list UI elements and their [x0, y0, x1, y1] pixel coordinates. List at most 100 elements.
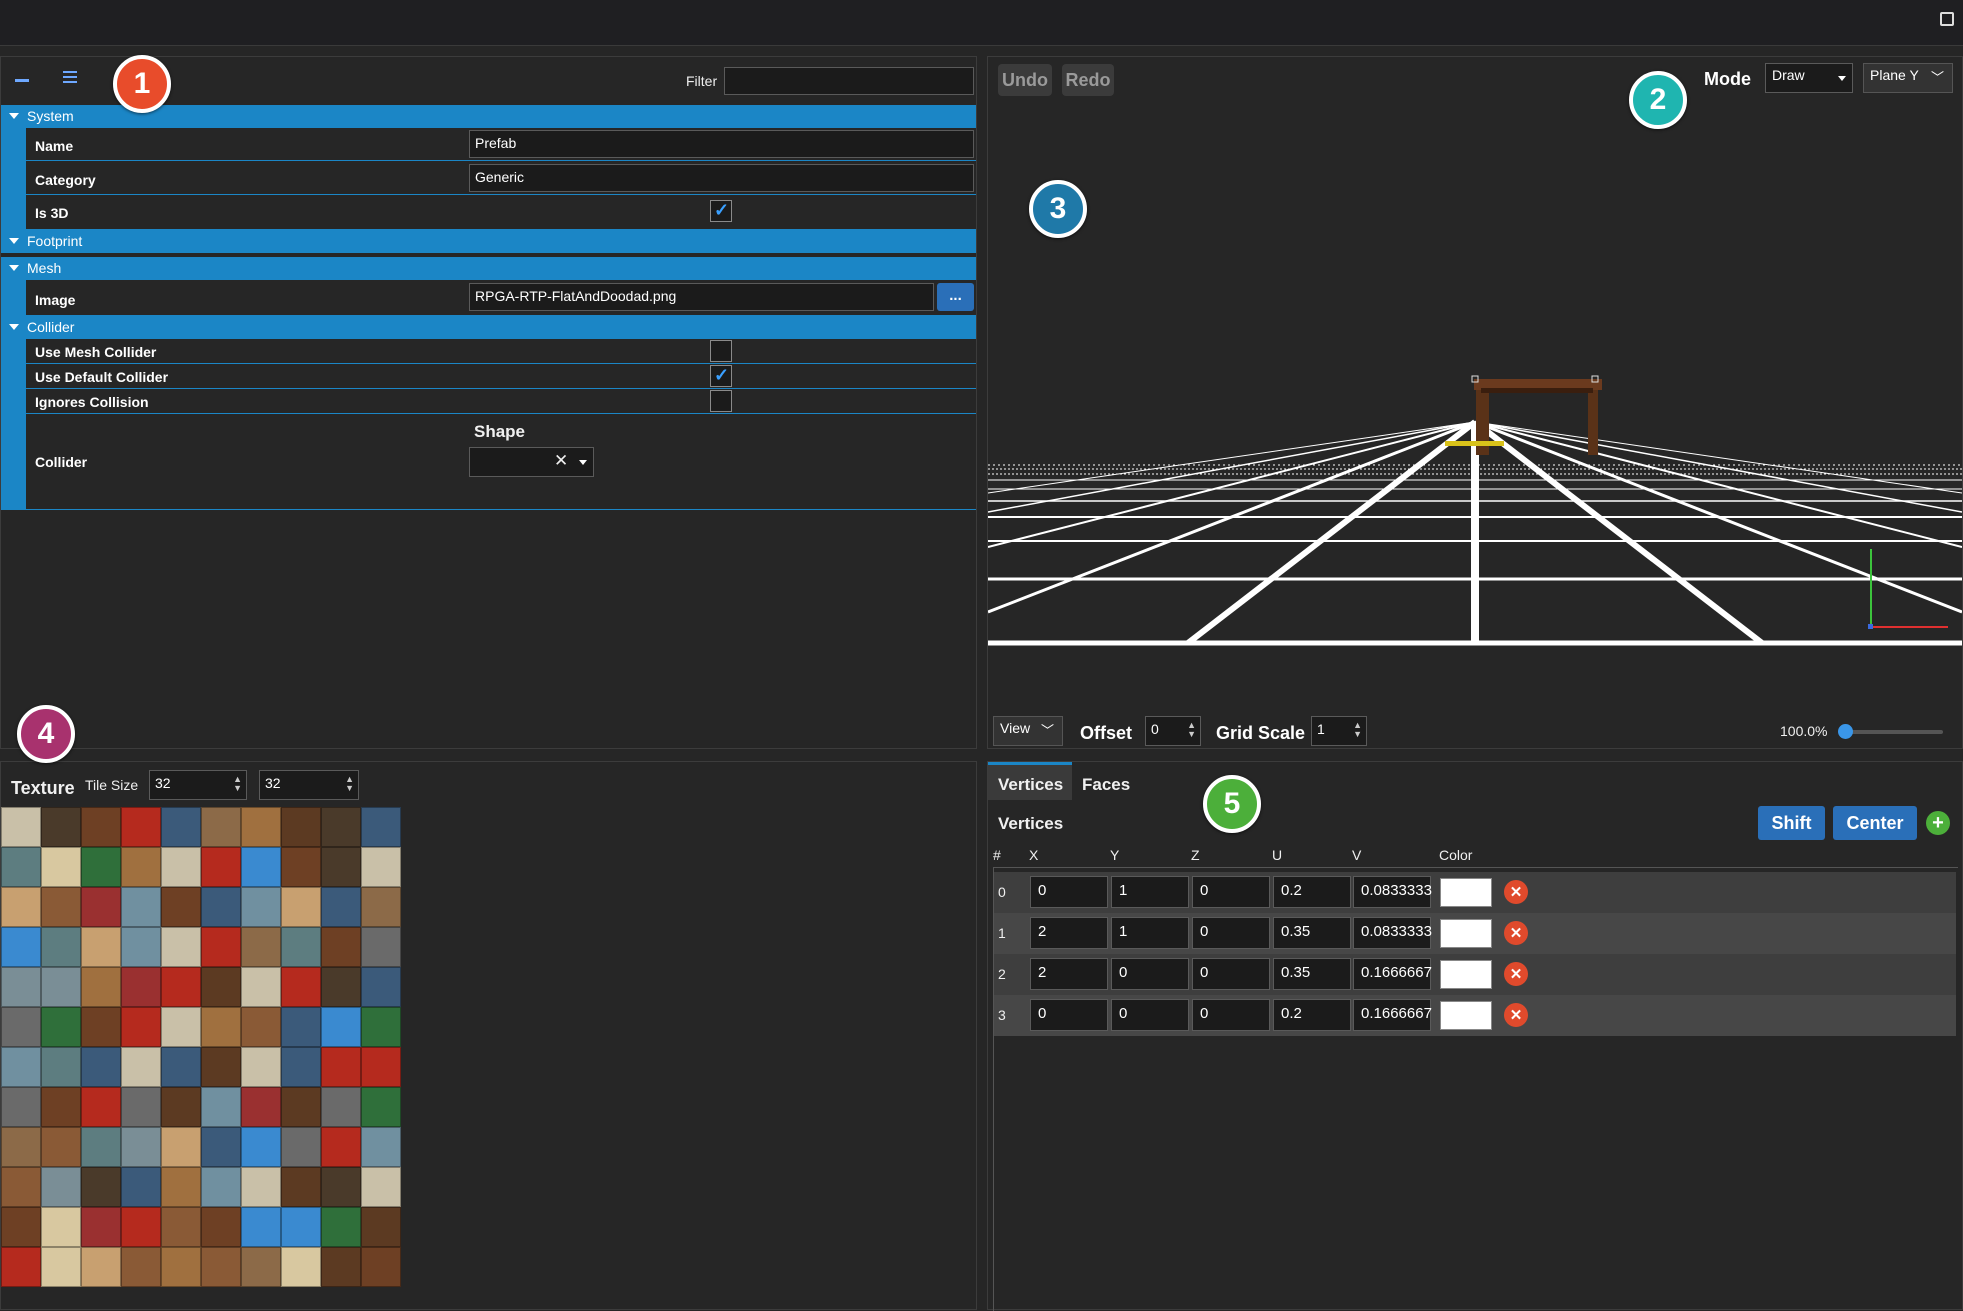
- tileset-tile[interactable]: [1, 927, 41, 967]
- tileset-tile[interactable]: [361, 1167, 401, 1207]
- tileset-tile[interactable]: [201, 1247, 241, 1287]
- tileset-tile[interactable]: [81, 1007, 121, 1047]
- tileset-tile[interactable]: [1, 1047, 41, 1087]
- tileset-tile[interactable]: [321, 807, 361, 847]
- vertex-x-input[interactable]: 2: [1030, 958, 1108, 990]
- vertex-z-input[interactable]: 0: [1192, 958, 1270, 990]
- tileset-tile[interactable]: [161, 927, 201, 967]
- tileset-tile[interactable]: [81, 927, 121, 967]
- tileset-tile[interactable]: [121, 1167, 161, 1207]
- tileset-tile[interactable]: [161, 1087, 201, 1127]
- tileset-tile[interactable]: [281, 1127, 321, 1167]
- is3d-checkbox[interactable]: [710, 200, 732, 222]
- vertex-v-input[interactable]: 0.0833333: [1353, 876, 1432, 908]
- spinner-arrows-icon[interactable]: ▲ ▼: [345, 775, 354, 793]
- tileset-tile[interactable]: [201, 927, 241, 967]
- vertex-y-input[interactable]: 0: [1111, 958, 1189, 990]
- tileset-tile[interactable]: [41, 1127, 81, 1167]
- tileset-tile[interactable]: [281, 1207, 321, 1247]
- tileset-tile[interactable]: [321, 967, 361, 1007]
- tileset-tile[interactable]: [281, 927, 321, 967]
- tileset-tile[interactable]: [281, 1247, 321, 1287]
- tileset-tile[interactable]: [121, 807, 161, 847]
- tileset-tile[interactable]: [201, 847, 241, 887]
- vertex-u-input[interactable]: 0.2: [1273, 999, 1351, 1031]
- tileset-tile[interactable]: [361, 1047, 401, 1087]
- vertex-color-swatch[interactable]: [1440, 1001, 1492, 1030]
- vertex-y-input[interactable]: 1: [1111, 917, 1189, 949]
- tileset-tile[interactable]: [241, 967, 281, 1007]
- tileset-tile[interactable]: [241, 887, 281, 927]
- tileset-tile[interactable]: [281, 887, 321, 927]
- tileset-tile[interactable]: [41, 1247, 81, 1287]
- chevron-down-icon[interactable]: [579, 460, 587, 465]
- tileset-tile[interactable]: [1, 847, 41, 887]
- tileset-tile[interactable]: [1, 1087, 41, 1127]
- restore-window-icon[interactable]: [1937, 8, 1955, 26]
- tileset-tile[interactable]: [81, 1047, 121, 1087]
- vertex-y-input[interactable]: 1: [1111, 876, 1189, 908]
- delete-vertex-icon[interactable]: ✕: [1504, 880, 1528, 904]
- vertex-color-swatch[interactable]: [1440, 878, 1492, 907]
- tileset-tile[interactable]: [281, 1167, 321, 1207]
- tileset-tile[interactable]: [361, 807, 401, 847]
- tileset-tile[interactable]: [121, 1247, 161, 1287]
- filter-input[interactable]: [724, 67, 974, 95]
- tileset-tile[interactable]: [241, 1247, 281, 1287]
- tileset-tile[interactable]: [1, 1247, 41, 1287]
- tileset-tile[interactable]: [161, 1047, 201, 1087]
- tileset-tile[interactable]: [201, 1007, 241, 1047]
- offset-spinner[interactable]: 0 ▲ ▼: [1145, 716, 1201, 746]
- tileset-tile[interactable]: [201, 1167, 241, 1207]
- vertex-x-input[interactable]: 0: [1030, 999, 1108, 1031]
- shift-button[interactable]: Shift: [1758, 806, 1825, 840]
- tileset-tile[interactable]: [241, 1007, 281, 1047]
- category-input[interactable]: Generic: [469, 164, 974, 192]
- delete-vertex-icon[interactable]: ✕: [1504, 921, 1528, 945]
- tileset-tile[interactable]: [41, 1047, 81, 1087]
- tileset-tile[interactable]: [121, 887, 161, 927]
- tileset-tile[interactable]: [321, 847, 361, 887]
- collapse-all-icon[interactable]: [15, 67, 29, 82]
- spinner-arrows-icon[interactable]: ▲ ▼: [1353, 721, 1362, 739]
- tileset-tile[interactable]: [201, 967, 241, 1007]
- tileset-image[interactable]: [1, 807, 403, 1290]
- center-button[interactable]: Center: [1833, 806, 1917, 840]
- plane-dropdown[interactable]: Plane Y ﹀: [1863, 63, 1953, 93]
- tileset-tile[interactable]: [121, 1207, 161, 1247]
- tileset-tile[interactable]: [321, 927, 361, 967]
- vertex-v-input[interactable]: 0.1666667: [1353, 999, 1432, 1031]
- tileset-tile[interactable]: [161, 1167, 201, 1207]
- tileset-tile[interactable]: [321, 1167, 361, 1207]
- vertex-x-input[interactable]: 2: [1030, 917, 1108, 949]
- section-mesh[interactable]: Mesh: [1, 257, 976, 280]
- tab-vertices[interactable]: Vertices: [988, 762, 1072, 800]
- tileset-tile[interactable]: [1, 1007, 41, 1047]
- use-default-collider-checkbox[interactable]: [710, 365, 732, 387]
- tileset-tile[interactable]: [1, 1167, 41, 1207]
- tileset-tile[interactable]: [361, 1127, 401, 1167]
- grid-scale-spinner[interactable]: 1 ▲ ▼: [1311, 716, 1367, 746]
- tileset-tile[interactable]: [41, 927, 81, 967]
- zoom-slider-track[interactable]: [1843, 730, 1943, 734]
- redo-button[interactable]: Redo: [1062, 64, 1114, 96]
- tab-faces[interactable]: Faces: [1082, 775, 1130, 795]
- tileset-tile[interactable]: [1, 1127, 41, 1167]
- tileset-tile[interactable]: [321, 1247, 361, 1287]
- ignores-collision-checkbox[interactable]: [710, 390, 732, 412]
- tileset-tile[interactable]: [81, 1087, 121, 1127]
- tileset-tile[interactable]: [321, 1127, 361, 1167]
- name-input[interactable]: Prefab: [469, 130, 974, 158]
- vertex-u-input[interactable]: 0.35: [1273, 917, 1351, 949]
- tileset-tile[interactable]: [121, 1047, 161, 1087]
- tileset-tile[interactable]: [201, 1087, 241, 1127]
- tileset-tile[interactable]: [81, 847, 121, 887]
- section-footprint[interactable]: Footprint: [1, 230, 976, 253]
- tileset-tile[interactable]: [161, 887, 201, 927]
- list-view-icon[interactable]: [63, 71, 77, 83]
- tile-height-spinner[interactable]: 32 ▲ ▼: [259, 770, 359, 800]
- vertex-u-input[interactable]: 0.35: [1273, 958, 1351, 990]
- section-collider[interactable]: Collider: [1, 316, 976, 339]
- clear-shape-icon[interactable]: ✕: [554, 451, 568, 471]
- tileset-tile[interactable]: [281, 1007, 321, 1047]
